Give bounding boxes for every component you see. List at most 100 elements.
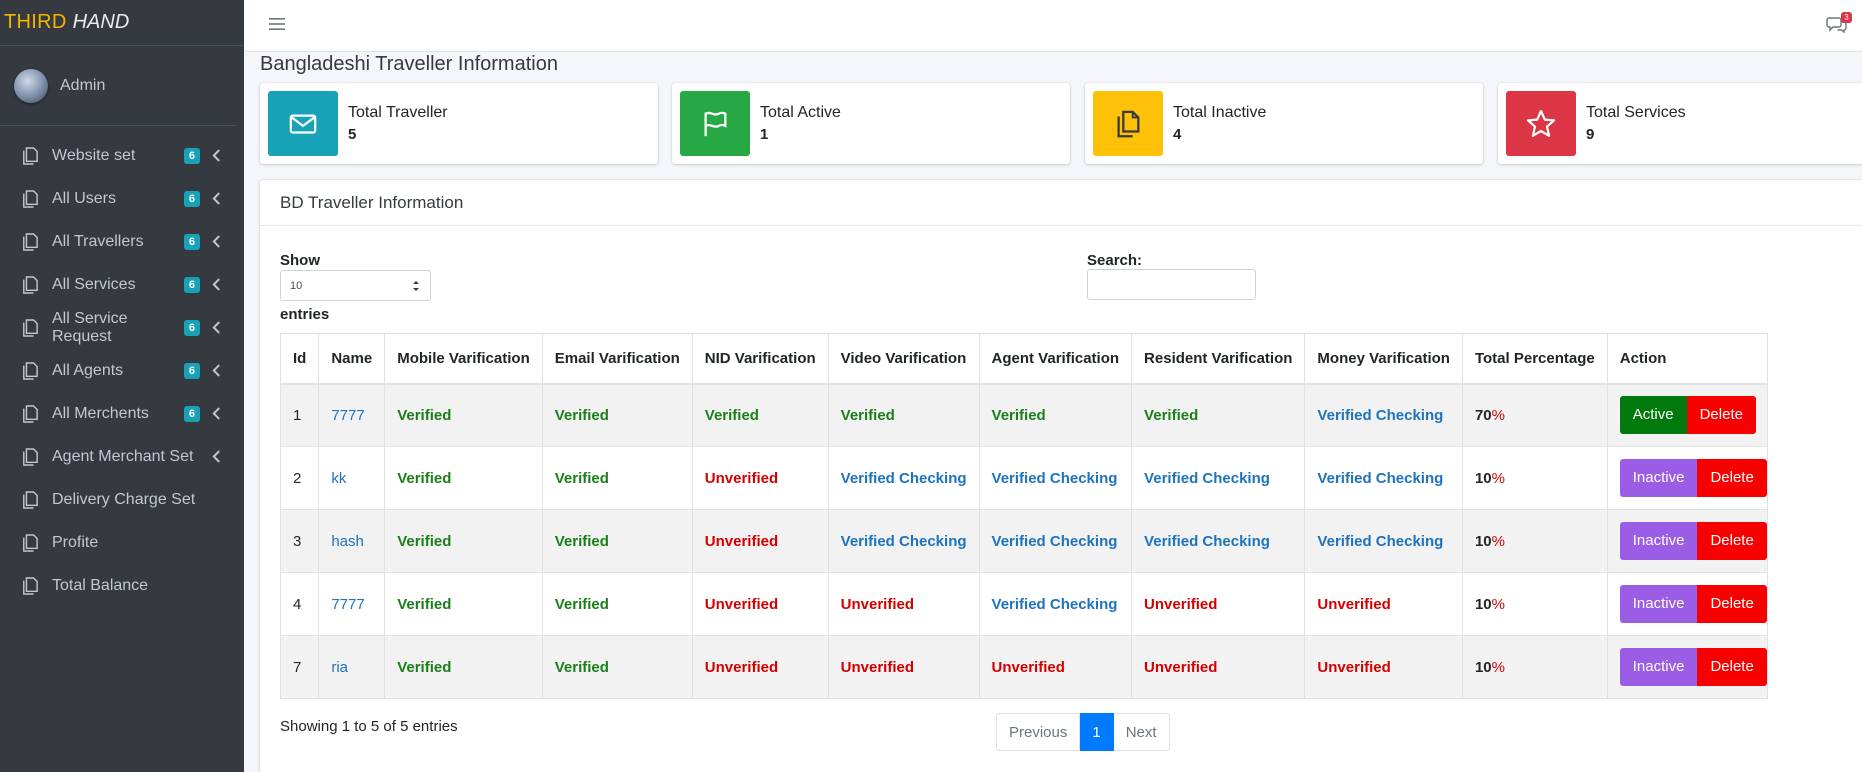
chevron-left-icon [212,364,222,378]
copy-icon [22,318,40,338]
table-row: 3 hash Verified Verified Unverified Verified … [279,509,1768,573]
cell-email-status: Verified [554,469,609,487]
inactive-button[interactable]: Inactive [1619,585,1698,623]
sidebar-item-label: All Agents [52,361,124,379]
percent-symbol: % [1491,406,1505,424]
cell-money-status: Unverified [1317,595,1391,613]
cell-id: 2 [279,446,320,510]
delete-button[interactable]: Delete [1697,459,1767,497]
search-input[interactable] [1087,269,1256,300]
column-header-video-varification[interactable]: Video Varification [827,333,980,385]
entries-per-page-select[interactable]: 10 [280,270,431,301]
pagination-page-1[interactable]: 1 [1080,713,1114,751]
column-header-money-varification[interactable]: Money Varification [1304,333,1463,385]
topbar: 3 [244,0,1862,52]
delete-button[interactable]: Delete [1697,648,1767,686]
brand-part1: THIRD [4,11,67,33]
column-header-resident-varification[interactable]: Resident Varification [1131,333,1306,385]
flag-icon [680,91,750,156]
pagination-next[interactable]: Next [1113,713,1170,751]
column-header-total-percentage[interactable]: Total Percentage [1461,333,1608,385]
chevron-left-icon [212,278,222,292]
sidebar-item-all-agents[interactable]: All Agents 6 [0,349,244,392]
traveller-name-link[interactable]: hash [331,533,364,550]
sidebar-item-label: Delivery Charge Set [52,490,196,508]
cell-mobile-status: Verified [397,532,452,550]
cell-agent-status: Unverified [991,658,1065,676]
inactive-button[interactable]: Inactive [1619,459,1698,497]
sidebar-item-all-travellers[interactable]: All Travellers 6 [0,220,244,263]
inactive-button[interactable]: Inactive [1619,522,1698,560]
column-header-name[interactable]: Name [318,333,386,385]
hamburger-menu-icon[interactable] [268,15,286,33]
delete-button[interactable]: Delete [1697,522,1767,560]
cell-video-status: Verified [840,406,895,424]
copy-icon [22,576,40,596]
brand-logo[interactable]: THIRD HAND [0,0,244,46]
cell-mobile-status: Verified [397,595,452,613]
traveller-name-link[interactable]: kk [331,470,346,487]
star-icon [1506,91,1576,156]
delete-button[interactable]: Delete [1686,396,1756,435]
cell-video-status: Verified Checking [840,469,967,487]
inactive-button[interactable]: Inactive [1619,648,1698,686]
copy-icon [22,490,40,510]
sidebar-item-badge: 6 [183,147,200,164]
table-row: 1 7777 Verified Verified Verified Verified Ver… [279,383,1768,447]
copy-icon [22,275,40,295]
user-panel[interactable]: Admin [0,46,236,126]
cell-video-status: Verified Checking [840,532,967,550]
percent-symbol: % [1491,469,1505,487]
chevron-left-icon [212,321,222,335]
cell-id: 1 [279,383,320,447]
sidebar-item-all-services[interactable]: All Services 6 [0,263,244,306]
traveller-name-link[interactable]: 7777 [331,407,364,424]
sidebar-item-website-set[interactable]: Website set 6 [0,134,244,177]
traveller-name-link[interactable]: ria [331,659,348,676]
cell-total-percentage: 10 [1474,595,1492,613]
cell-total-percentage: 10 [1474,532,1492,550]
cell-money-status: Verified Checking [1317,406,1444,424]
info-box-label: Total Services [1586,104,1686,121]
column-header-email-varification[interactable]: Email Varification [541,333,693,385]
sidebar-item-all-users[interactable]: All Users 6 [0,177,244,220]
sidebar-item-delivery-charge-set[interactable]: Delivery Charge Set [0,478,244,521]
sidebar-item-agent-merchant-set[interactable]: Agent Merchant Set [0,435,244,478]
column-header-agent-varification[interactable]: Agent Varification [978,333,1133,385]
envelope-icon [268,91,338,156]
chevron-left-icon [212,149,222,163]
cell-mobile-status: Verified [397,469,452,487]
column-header-action[interactable]: Action [1606,333,1768,385]
active-button[interactable]: Active [1619,396,1687,435]
pagination-previous[interactable]: Previous [996,713,1081,751]
column-header-id[interactable]: Id [279,333,320,385]
info-box-total-services: Total Services 9 [1498,83,1862,164]
column-header-mobile-varification[interactable]: Mobile Varification [384,333,543,385]
delete-button[interactable]: Delete [1697,585,1767,623]
cell-email-status: Verified [554,406,609,424]
sidebar-item-all-merchents[interactable]: All Merchents 6 [0,392,244,435]
traveller-name-link[interactable]: 7777 [331,596,364,613]
show-label: Show [280,252,320,269]
select-arrows-icon [413,281,419,291]
sidebar-item-profite[interactable]: Profite [0,521,244,564]
cell-money-status: Verified Checking [1317,532,1444,550]
sidebar-item-badge: 6 [183,276,200,293]
info-box-label: Total Active [760,104,841,121]
cell-nid-status: Unverified [704,532,779,550]
cell-total-percentage: 10 [1474,658,1492,676]
info-box-value: 5 [348,126,357,143]
column-header-nid-varification[interactable]: NID Varification [691,333,829,385]
sidebar-item-total-balance[interactable]: Total Balance [0,564,244,607]
chevron-left-icon [212,192,222,206]
main-content: Bangladeshi Traveller Information Total … [244,52,1862,772]
chevron-left-icon [212,235,222,249]
sidebar-item-badge: 6 [183,319,200,336]
sidebar-item-label: Agent Merchant Set [52,447,194,465]
traveller-table: Id Name Mobile Varification Email Varificat… [279,333,1768,699]
cell-nid-status: Verified [704,406,759,424]
page-title: Bangladeshi Traveller Information [260,53,558,75]
sidebar-item-all-service-request[interactable]: All Service Request 6 [0,306,244,349]
user-name: Admin [60,76,106,94]
sidebar: THIRD HAND Admin Website set 6 All Users 6 A… [0,0,244,772]
